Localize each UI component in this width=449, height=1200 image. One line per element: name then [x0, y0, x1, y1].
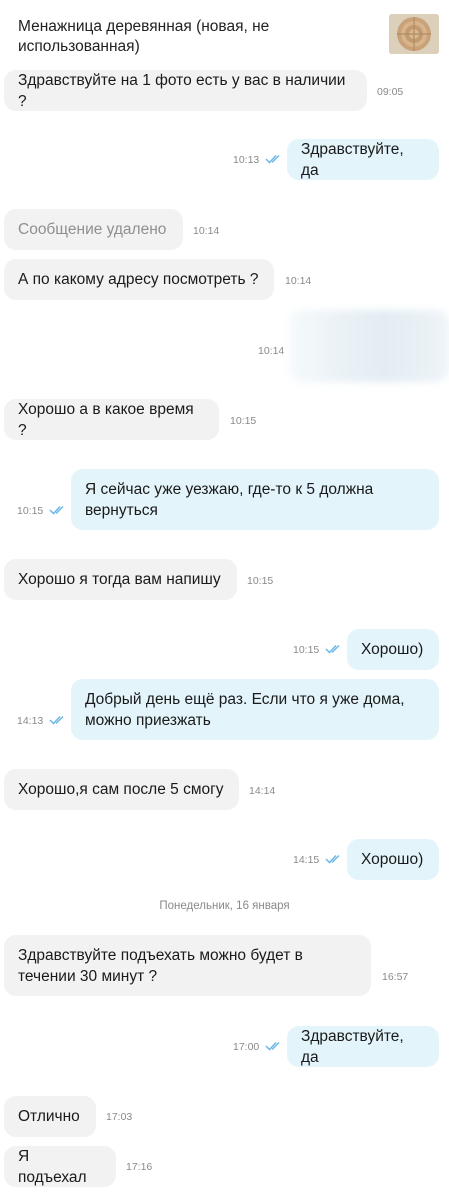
message-text: Здравствуйте, да — [301, 140, 404, 179]
message-incoming[interactable]: А по какому адресу посмотреть ? — [4, 259, 274, 300]
message-text: Сообщение удалено — [18, 221, 167, 238]
message-text: Здравствуйте на 1 фото есть у вас в нали… — [18, 71, 346, 110]
message-time: 10:14 — [258, 345, 285, 357]
wooden-plate-thumbnail-icon[interactable] — [389, 14, 439, 54]
message-outgoing[interactable]: Я сейчас уже уезжаю, где-то к 5 должна в… — [71, 469, 439, 530]
double-check-icon — [325, 854, 340, 864]
message-time: 10:15 — [17, 505, 44, 517]
message-text: Я подъехал — [18, 1147, 87, 1186]
message-time: 14:13 — [17, 715, 44, 727]
message-text: Я сейчас уже уезжаю, где-то к 5 должна в… — [85, 480, 374, 519]
message-incoming[interactable]: Хорошо я тогда вам напишу — [4, 559, 237, 600]
message-outgoing[interactable]: Добрый день ещё раз. Если что я уже дома… — [71, 679, 439, 740]
message-time: 17:00 — [233, 1041, 260, 1053]
message-time: 10:14 — [193, 225, 220, 237]
chat-header: Менажница деревянная (новая, не использо… — [0, 0, 449, 64]
message-time: 17:03 — [106, 1111, 133, 1123]
message-incoming[interactable]: Отлично — [4, 1096, 96, 1137]
message-time: 14:14 — [249, 785, 276, 797]
message-time: 09:05 — [377, 86, 404, 98]
message-outgoing[interactable]: Здравствуйте, да — [287, 139, 439, 180]
message-time: 16:57 — [382, 971, 409, 983]
message-text: Здравствуйте подъехать можно будет в теч… — [18, 946, 303, 985]
message-incoming[interactable]: Здравствуйте на 1 фото есть у вас в нали… — [4, 70, 367, 111]
message-text: Отлично — [18, 1108, 80, 1125]
message-deleted: Сообщение удалено — [4, 209, 183, 250]
message-text: Хорошо,я сам после 5 смогу — [18, 781, 224, 798]
message-incoming[interactable]: Хорошо,я сам после 5 смогу — [4, 769, 239, 810]
message-text: Хорошо а в какое время ? — [18, 400, 194, 439]
message-outgoing[interactable]: Хорошо) — [347, 839, 439, 880]
blurred-message[interactable] — [288, 310, 449, 382]
double-check-icon — [265, 1041, 280, 1051]
message-incoming[interactable]: Я подъехал — [4, 1146, 116, 1187]
message-time: 10:15 — [230, 415, 257, 427]
message-text: Здравствуйте, да — [301, 1027, 404, 1066]
double-check-icon — [49, 505, 64, 515]
message-text: Хорошо) — [361, 851, 424, 868]
double-check-icon — [265, 154, 280, 164]
message-outgoing[interactable]: Здравствуйте, да — [287, 1026, 439, 1067]
message-incoming[interactable]: Хорошо а в какое время ? — [4, 399, 219, 440]
message-time: 17:16 — [126, 1161, 153, 1173]
message-time: 10:14 — [285, 275, 312, 287]
message-time: 14:15 — [293, 854, 320, 866]
message-text: Добрый день ещё раз. Если что я уже дома… — [85, 690, 405, 729]
message-text: А по какому адресу посмотреть ? — [18, 271, 259, 288]
message-time: 10:15 — [247, 575, 274, 587]
listing-title[interactable]: Менажница деревянная (новая, не использо… — [18, 17, 368, 57]
double-check-icon — [325, 644, 340, 654]
message-time: 10:15 — [293, 644, 320, 656]
day-separator: Понедельник, 16 января — [159, 900, 290, 912]
double-check-icon — [49, 715, 64, 725]
message-text: Хорошо я тогда вам напишу — [18, 571, 221, 588]
message-text: Хорошо) — [361, 641, 424, 658]
message-time: 10:13 — [233, 154, 260, 166]
message-incoming[interactable]: Здравствуйте подъехать можно будет в теч… — [4, 935, 371, 996]
message-outgoing[interactable]: Хорошо) — [347, 629, 439, 670]
